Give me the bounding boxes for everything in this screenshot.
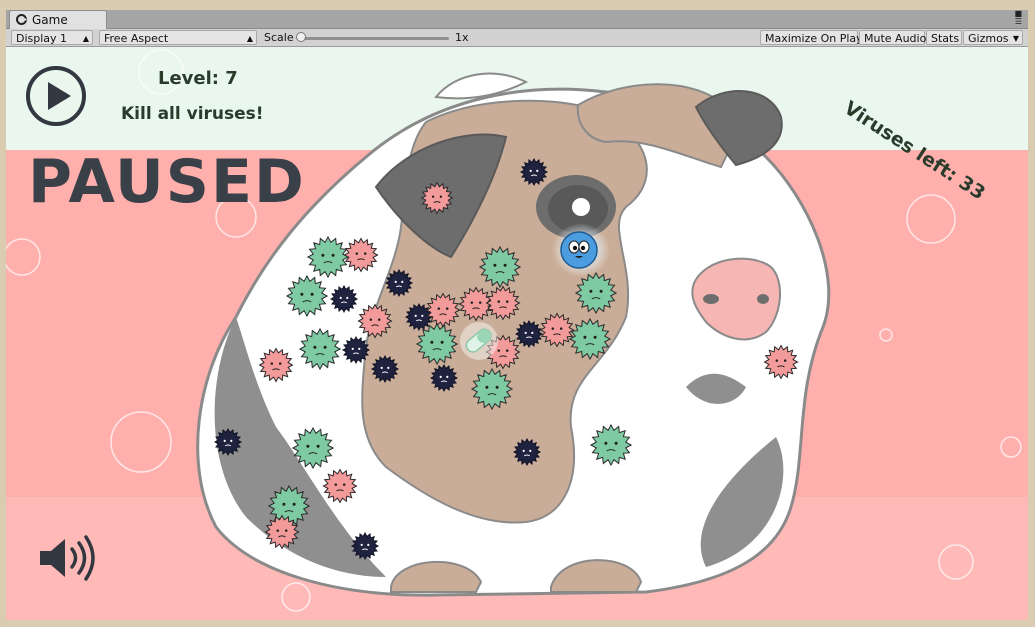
virus-red[interactable]: [357, 303, 393, 339]
virus-green[interactable]: [291, 426, 335, 470]
scale-value: 1x: [455, 31, 469, 44]
menu-icon[interactable]: ☰: [1015, 17, 1022, 26]
virus-red[interactable]: [420, 181, 454, 215]
stats-label: Stats: [931, 32, 960, 45]
virus-navy[interactable]: [329, 284, 359, 314]
virus-red[interactable]: [258, 347, 294, 383]
game-view-toolbar: Display 1 ▲ Free Aspect ▲ Scale 1x Maxim…: [6, 29, 1028, 47]
dropdown-arrow-icon: ▼: [1012, 34, 1019, 43]
tab-bar: Game ■ ☰: [6, 10, 1028, 29]
play-button[interactable]: [25, 65, 87, 127]
virus-green[interactable]: [589, 423, 633, 467]
level-label: Level: 7: [158, 68, 238, 89]
scale-slider-track[interactable]: [301, 37, 449, 40]
scale-slider-handle[interactable]: [296, 32, 306, 42]
sound-button[interactable]: [37, 534, 97, 582]
gizmos-dropdown[interactable]: Gizmos ▼: [963, 30, 1023, 45]
speaker-icon: [40, 535, 95, 581]
virus-green[interactable]: [415, 322, 459, 366]
virus-red[interactable]: [322, 468, 358, 504]
mute-audio-toggle[interactable]: Mute Audio: [859, 30, 927, 45]
blue-blob-player-icon: [552, 223, 610, 277]
dropdown-arrow-icon: ▲: [82, 34, 89, 43]
virus-green[interactable]: [478, 245, 522, 289]
virus-navy[interactable]: [429, 363, 459, 393]
window-controls[interactable]: ■ ☰: [1014, 10, 1022, 26]
mute-audio-label: Mute Audio: [864, 32, 927, 45]
virus-red[interactable]: [425, 292, 461, 328]
virus-red[interactable]: [343, 237, 379, 273]
play-icon: [48, 82, 71, 110]
virus-green[interactable]: [298, 327, 342, 371]
display-dropdown[interactable]: Display 1 ▲: [11, 30, 93, 45]
display-label: Display 1: [16, 32, 68, 45]
virus-navy[interactable]: [404, 302, 434, 332]
tab-label: Game: [32, 13, 68, 27]
virus-navy[interactable]: [384, 268, 414, 298]
virus-navy[interactable]: [519, 157, 549, 187]
scale-label: Scale: [264, 31, 294, 44]
virus-navy[interactable]: [350, 531, 380, 561]
virus-green[interactable]: [285, 274, 329, 318]
virus-green[interactable]: [470, 367, 514, 411]
maximize-on-play-label: Maximize On Play: [765, 32, 863, 45]
pill-powerup-icon: [460, 322, 498, 360]
aspect-label: Free Aspect: [104, 32, 169, 45]
unity-logo-icon: [16, 14, 27, 25]
objective-label: Kill all viruses!: [121, 104, 264, 124]
virus-navy[interactable]: [370, 354, 400, 384]
virus-red[interactable]: [485, 285, 521, 321]
maximize-on-play-toggle[interactable]: Maximize On Play: [760, 30, 863, 45]
virus-navy[interactable]: [341, 335, 371, 365]
editor-window: Game ■ ☰ Display 1 ▲ Free Aspect ▲ Scale…: [0, 0, 1035, 627]
aspect-dropdown[interactable]: Free Aspect ▲: [99, 30, 257, 45]
stats-toggle[interactable]: Stats: [926, 30, 962, 45]
gizmos-label: Gizmos: [968, 32, 1009, 45]
virus-red[interactable]: [539, 312, 575, 348]
virus-navy[interactable]: [512, 437, 542, 467]
virus-green[interactable]: [568, 317, 612, 361]
virus-red[interactable]: [264, 514, 300, 550]
virus-green[interactable]: [574, 271, 618, 315]
dropdown-arrow-icon: ▲: [246, 34, 253, 43]
virus-navy[interactable]: [213, 427, 243, 457]
virus-navy[interactable]: [514, 319, 544, 349]
paused-title: PAUSED: [28, 147, 306, 217]
virus-green[interactable]: [306, 235, 350, 279]
game-viewport[interactable]: Level: 7 Kill all viruses! Viruses left:…: [6, 47, 1028, 620]
tab-game[interactable]: Game: [9, 10, 107, 29]
virus-red[interactable]: [763, 344, 799, 380]
